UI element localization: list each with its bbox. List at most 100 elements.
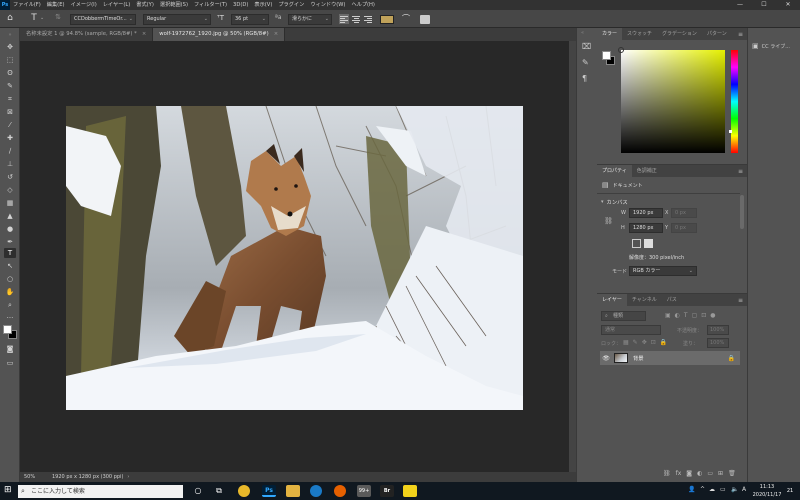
screen-mode-icon[interactable]: ▭ (4, 358, 16, 368)
blur-tool-icon[interactable]: ▲ (4, 211, 16, 221)
tab-swatches[interactable]: スウォッチ (622, 28, 657, 40)
canvas-section-header[interactable]: ▾ カンバス (601, 198, 628, 206)
menu-item[interactable]: ファイル(F) (10, 0, 44, 10)
tab-channels[interactable]: チャンネル (627, 294, 662, 306)
hand-tool-icon[interactable]: ✋ (4, 287, 16, 297)
color-mode-select[interactable]: RGB カラー ⌄ (629, 266, 697, 276)
adjustment-filter-icon[interactable]: ◐ (675, 312, 680, 319)
tab-wolf[interactable]: wolf-1972762_1920.jpg @ 50% (RGB/8#) × (153, 28, 286, 41)
align-right-button[interactable] (363, 14, 373, 24)
menu-item[interactable]: ヘルプ(H) (348, 0, 378, 10)
new-group-icon[interactable]: ▭ (707, 470, 713, 477)
collapse-icon[interactable]: » (4, 30, 16, 40)
pen-tool-icon[interactable]: ✒ (4, 237, 16, 247)
brush-panel-icon[interactable]: ✎ (582, 58, 589, 67)
cortana-icon[interactable]: ○ (191, 485, 205, 497)
chevron-right-icon[interactable]: › (127, 472, 129, 482)
task-view-icon[interactable]: ⧉ (212, 485, 226, 497)
quick-select-icon[interactable]: ✎ (4, 81, 16, 91)
cc-libraries-button[interactable]: ▣ CC ライブ... (752, 42, 790, 50)
tab-properties[interactable]: プロパティ (597, 165, 632, 177)
taskbar-clock[interactable]: 11:13 2020/11/17 (752, 483, 782, 499)
ime-indicator[interactable]: A (742, 486, 746, 493)
visibility-eye-icon[interactable]: 👁 (600, 355, 612, 362)
width-field[interactable]: 1920 px (629, 208, 663, 218)
panel-menu-icon[interactable]: ≡ (738, 297, 747, 304)
frame-tool-icon[interactable]: ⊠ (4, 107, 16, 117)
zoom-tool-icon[interactable]: ⌕ (4, 300, 16, 310)
network-icon[interactable]: ▭ (720, 486, 726, 493)
opacity-field[interactable]: 100% (707, 325, 729, 335)
shape-tool-icon[interactable]: ○ (4, 274, 16, 284)
chrome-icon[interactable] (238, 485, 250, 497)
portrait-orientation-icon[interactable] (632, 239, 641, 248)
font-style-select[interactable]: Regular ⌄ (143, 14, 211, 25)
link-layers-icon[interactable]: ⛓ (663, 470, 671, 477)
app-badge-icon[interactable]: 99+ (357, 485, 371, 497)
history-brush-icon[interactable]: ↺ (4, 172, 16, 182)
foreground-color-swatch[interactable] (3, 325, 12, 334)
panel-menu-icon[interactable]: ≡ (738, 168, 747, 175)
align-center-button[interactable] (351, 14, 361, 24)
new-layer-icon[interactable]: ⊞ (718, 470, 723, 477)
marquee-tool-icon[interactable]: ⬚ (4, 55, 16, 65)
collapse-icon[interactable]: « (581, 30, 584, 36)
type-tool-icon[interactable]: T (4, 248, 16, 258)
x-field[interactable]: 0 px (671, 208, 697, 218)
edge-icon[interactable] (310, 485, 322, 497)
close-icon[interactable]: × (142, 31, 146, 37)
shape-filter-icon[interactable]: ▢ (692, 312, 698, 319)
lock-transparent-icon[interactable]: ▦ (623, 339, 629, 346)
lock-all-icon[interactable]: 🔒 (660, 339, 667, 346)
notification-center[interactable]: 21 (784, 485, 796, 497)
pixel-filter-icon[interactable]: ▣ (665, 312, 671, 319)
height-field[interactable]: 1280 px (629, 223, 663, 233)
file-explorer-icon[interactable] (286, 485, 300, 497)
font-family-select[interactable]: CCDobbermTimeOr... ⌄ (70, 14, 136, 25)
link-icon[interactable]: ⛓ (604, 217, 613, 225)
menu-item[interactable]: 選択範囲(S) (157, 0, 191, 10)
firefox-icon[interactable] (334, 485, 346, 497)
tab-layers[interactable]: レイヤー (597, 294, 627, 306)
move-tool-icon[interactable]: ✥ (4, 42, 16, 52)
layer-row[interactable]: 👁 背景 🔒 (600, 351, 740, 365)
warp-text-icon[interactable]: ⌒ (398, 13, 414, 24)
history-panel-icon[interactable]: ⌧ (582, 42, 591, 51)
blend-mode-select[interactable]: 通常 (601, 325, 661, 335)
lock-image-icon[interactable]: ✎ (633, 339, 638, 346)
minimize-button[interactable]: — (728, 0, 752, 10)
adjustment-layer-icon[interactable]: ◐ (697, 470, 702, 477)
landscape-orientation-icon[interactable] (644, 239, 653, 248)
dodge-tool-icon[interactable]: ● (4, 224, 16, 234)
eraser-icon[interactable]: ◇ (4, 185, 16, 195)
bridge-icon[interactable]: Br (380, 485, 394, 497)
path-select-icon[interactable]: ↖ (4, 261, 16, 271)
tab-adjustments[interactable]: 色調補正 (632, 165, 662, 177)
tab-gradients[interactable]: グラデーション (657, 28, 702, 40)
panels-toggle-icon[interactable] (420, 15, 430, 24)
maximize-button[interactable]: ☐ (752, 0, 776, 10)
show-hidden-icons[interactable]: ^ (700, 486, 705, 493)
layer-filter-select[interactable]: ⌕ 種類 (601, 311, 646, 321)
menu-item[interactable]: レイヤー(L) (100, 0, 134, 10)
wolf-photo[interactable] (66, 106, 523, 410)
quick-mask-icon[interactable]: ◙ (4, 344, 16, 354)
lock-position-icon[interactable]: ✥ (642, 339, 647, 346)
smart-filter-icon[interactable]: ⊡ (701, 312, 706, 319)
color-picker-handle[interactable] (618, 47, 624, 53)
healing-brush-icon[interactable]: ✚ (4, 133, 16, 143)
menu-item[interactable]: 3D(D) (230, 0, 251, 10)
font-size-select[interactable]: 36 pt ⌄ (231, 14, 269, 25)
menu-item[interactable]: イメージ(I) (68, 0, 100, 10)
delete-layer-icon[interactable]: 🗑 (728, 470, 736, 477)
gradient-tool-icon[interactable]: ▦ (4, 198, 16, 208)
zoom-level[interactable]: 50% (20, 472, 50, 482)
close-icon[interactable]: × (274, 31, 278, 37)
add-mask-icon[interactable]: ◙ (686, 470, 692, 477)
layer-style-icon[interactable]: fx (676, 470, 682, 477)
volume-icon[interactable]: 🔈 (731, 486, 738, 493)
more-tools-icon[interactable]: ··· (4, 313, 16, 323)
hue-slider-handle[interactable] (729, 130, 732, 133)
people-icon[interactable]: 👤 (688, 486, 695, 493)
canvas-area[interactable] (20, 41, 569, 472)
